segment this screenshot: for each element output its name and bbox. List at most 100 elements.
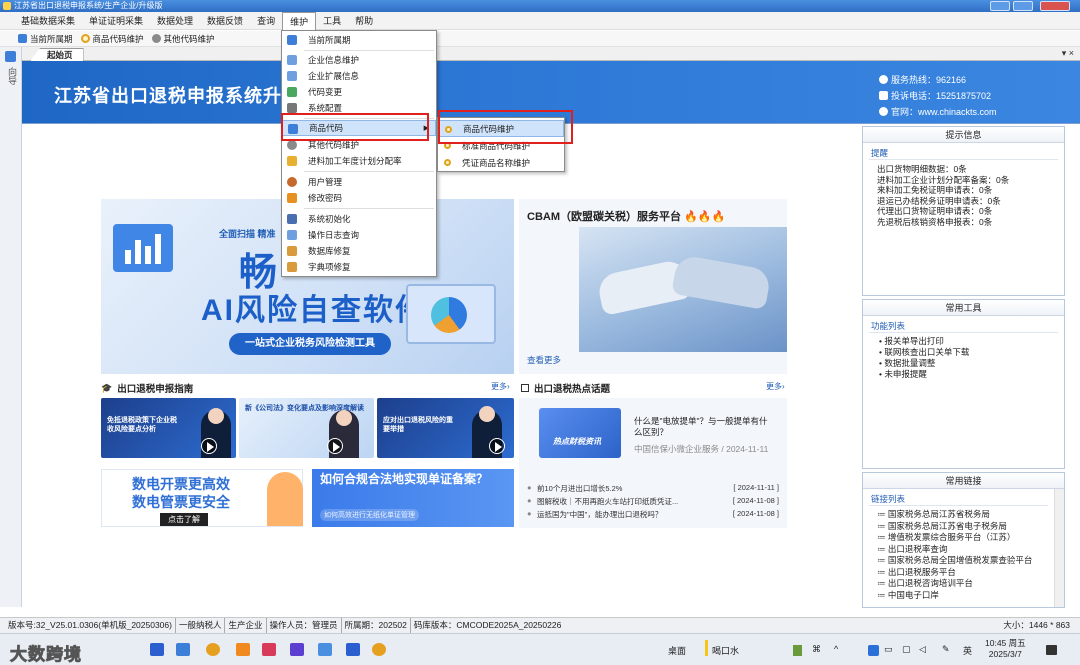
news-item[interactable]: ● 前10个月进出口增长5.2%[ 2024-11-11 ] [527,483,779,494]
link-item[interactable]: 出口退税咨询培训平台 [863,578,1064,590]
product-code-submenu: 商品代码维护 标准商品代码维护 凭证商品名称维护 [437,117,565,172]
app-icon[interactable] [236,643,250,656]
menu-basic-data[interactable]: 基础数据采集 [14,12,82,30]
menu-item-operation-log[interactable]: 操作日志查询 [282,227,436,243]
cbam-panel[interactable]: CBAM（欧盟碳关税）服务平台 🔥🔥🔥 查看更多 [519,199,787,374]
system-clock[interactable]: 10:45 周五 2025/3/7 [985,638,1026,660]
document-filing-ad[interactable]: 如何合规合法地实现单证备案？ 如何高效进行无纸化单证管理 [312,469,514,527]
menu-item-current-period[interactable]: 当前所属期 [282,32,436,48]
close-button[interactable] [1040,1,1070,11]
link-item[interactable]: 国家税务总局全国增值税发票查验平台 [863,555,1064,567]
menu-item-dictionary-repair[interactable]: 字典项修复 [282,259,436,275]
menu-query[interactable]: 查询 [250,12,282,30]
news-item[interactable]: ● 图解税收｜不用再跑火车站打印纸质凭证...[ 2024-11-08 ] [527,496,779,507]
tips-subheader: 提醒 [869,143,1058,160]
submenu-item-voucher-product-name[interactable]: 凭证商品名称维护 [438,154,564,171]
menu-item-enterprise-extended[interactable]: 企业扩展信息 [282,68,436,84]
tab-close-controls[interactable]: ▾ × [1062,48,1074,59]
app-tray-icon[interactable] [868,645,879,656]
cbam-view-more-link[interactable]: 查看更多 [527,354,561,366]
news-icon [521,384,529,392]
battery-icon[interactable] [793,645,802,656]
news-item[interactable]: ● 运抵国为"中国"，能办理出口退税吗？[ 2024-11-08 ] [527,509,779,520]
browser-icon[interactable] [176,643,190,656]
menu-item-code-change[interactable]: 代码变更 [282,84,436,100]
menu-data-feedback[interactable]: 数据反馈 [200,12,250,30]
display-icon[interactable]: ▢ [902,644,911,655]
menu-item-processing-plan[interactable]: 进料加工年度计划分配率 [282,153,436,169]
submenu-item-standard-product-code[interactable]: 标准商品代码维护 [438,137,564,154]
video-thumbnail-2[interactable]: 新《公司法》变化要点及影响深度解读 [239,398,374,458]
chrome-icon[interactable] [372,643,386,656]
submenu-item-product-code-maintenance[interactable]: 商品代码维护 [438,120,564,137]
quick-current-period[interactable]: 当前所属期 [18,33,73,45]
folder-icon[interactable] [206,643,220,656]
tool-download-customs[interactable]: 联网核查出口关单下载 [863,347,1064,358]
pie-chart-icon [431,297,467,333]
play-icon [489,438,505,454]
desktop-toolbar[interactable]: 桌面 [668,644,686,657]
menu-document-certificate[interactable]: 单证证明采集 [82,12,150,30]
gear-icon [287,140,297,150]
volume-icon[interactable]: ◁ [919,644,926,655]
water-reminder[interactable]: 喝口水 [712,644,739,657]
tool-batch-adjust[interactable]: 数据批量调整 [863,358,1064,369]
minimize-button[interactable] [990,1,1010,11]
network-icon[interactable]: ▭ [884,644,893,655]
promo-tagline: 一站式企业税务风险检测工具 [229,333,391,355]
table-icon [287,55,297,65]
tool-export-declaration[interactable]: 报关单导出打印 [863,336,1064,347]
menu-item-change-password[interactable]: 修改密码 [282,190,436,206]
digital-invoice-ad[interactable]: 数电开票更高效 数电管票更安全 点击了解 [101,469,303,527]
menu-item-other-code[interactable]: 其他代码维护 [282,137,436,153]
guide-more-link[interactable]: 更多› [491,381,510,392]
menu-maintenance[interactable]: 维护 [282,11,317,30]
app-icon[interactable] [262,643,276,656]
chevron-up-icon[interactable]: ^ [834,644,838,654]
circle-icon [444,142,451,149]
ime-indicator[interactable]: 英 [963,644,972,657]
hot-more-link[interactable]: 更多› [766,381,785,392]
people-icon[interactable]: ⌘ [812,644,821,655]
hot-topic-title[interactable]: 什么是"电放提单"？与一般提单有什么区别？ [634,416,774,438]
service-hotline: 服务热线：962166 [879,73,966,86]
word-icon[interactable] [150,643,164,656]
menu-item-product-code[interactable]: 商品代码 ▶ [282,120,436,136]
menu-item-system-init[interactable]: 系统初始化 [282,211,436,227]
link-item[interactable]: 出口退税率查询 [863,544,1064,556]
tool-unreported-reminder[interactable]: 未申报提醒 [863,369,1064,380]
play-icon [327,438,343,454]
tab-start-page[interactable]: 起始页 [30,48,84,61]
quick-product-code[interactable]: 商品代码维护 [80,33,144,45]
notification-icon[interactable] [1046,645,1057,655]
link-item[interactable]: 中国电子口岸 [863,590,1064,602]
menu-item-enterprise-info[interactable]: 企业信息维护 [282,52,436,68]
menu-item-user-management[interactable]: 用户管理 [282,174,436,190]
menu-item-system-config[interactable]: 系统配置 [282,100,436,116]
quick-other-code[interactable]: 其他代码维护 [151,33,215,45]
app-icon [3,2,11,10]
menu-tools[interactable]: 工具 [316,12,348,30]
learn-more-button[interactable]: 点击了解 [160,513,208,526]
maximize-button[interactable] [1013,1,1033,11]
official-website[interactable]: 官网：www.chinackts.com [879,105,997,118]
app-icon[interactable] [346,643,360,656]
video-thumbnail-3[interactable]: 应对出口退税风险的重要举措 [377,398,514,458]
link-item[interactable]: 增值税发票综合服务平台（江苏） [863,532,1064,544]
link-item[interactable]: 国家税务总局江苏省电子税务局 [863,521,1064,533]
app-icon[interactable] [290,643,304,656]
table-icon [287,71,297,81]
video-thumbnail-1[interactable]: 免抵退税政策下企业税收风险要点分析 [101,398,236,458]
menu-help[interactable]: 帮助 [348,12,380,30]
wrench-icon [287,103,297,113]
menu-data-processing[interactable]: 数据处理 [150,12,200,30]
menu-item-database-repair[interactable]: 数据库修复 [282,243,436,259]
link-item[interactable]: 出口退税服务平台 [863,567,1064,579]
pen-icon[interactable]: ✎ [942,644,950,655]
links-scrollbar[interactable] [1054,489,1064,607]
app-icon[interactable] [318,643,332,656]
hot-topic-image[interactable]: 热点财税资讯 [539,408,621,458]
water-indicator-icon [705,640,708,656]
left-navigation-strip[interactable]: 向导 [0,47,22,607]
link-item[interactable]: 国家税务总局江苏省税务局 [863,509,1064,521]
